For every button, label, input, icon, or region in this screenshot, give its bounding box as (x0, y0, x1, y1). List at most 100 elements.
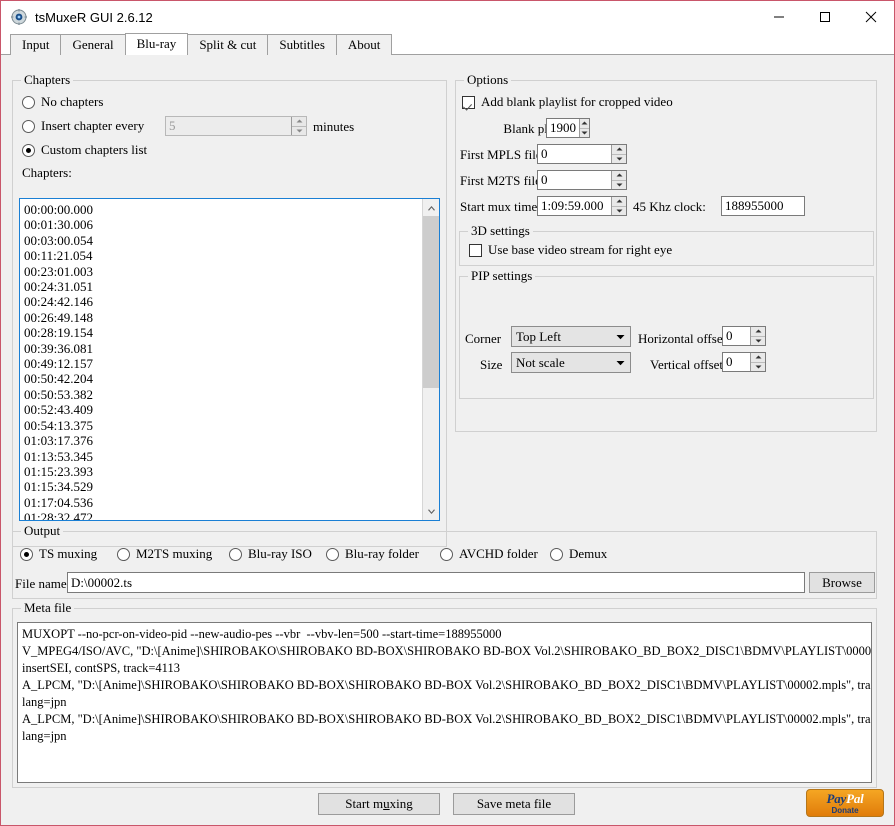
list-item[interactable]: 00:50:42.204 (24, 371, 422, 386)
list-item[interactable]: 00:54:13.375 (24, 418, 422, 433)
chevron-up-icon[interactable] (612, 197, 626, 207)
blank-playlist-arrows[interactable] (579, 119, 589, 137)
radio-bluray-iso-label: Blu-ray ISO (248, 546, 312, 561)
blank-playlist-value: 1900 (550, 120, 576, 135)
list-item[interactable]: 00:39:36.081 (24, 341, 422, 356)
radio-no-chapters-label: No chapters (41, 94, 104, 109)
file-name-input[interactable]: D:\00002.ts (67, 572, 805, 593)
radio-no-chapters[interactable]: No chapters (22, 94, 103, 110)
browse-button[interactable]: Browse (809, 572, 875, 593)
save-meta-file-button[interactable]: Save meta file (453, 793, 575, 815)
list-item[interactable]: 00:26:49.148 (24, 310, 422, 325)
paypal-donate-button[interactable]: PayPal Donate (806, 789, 884, 817)
first-m2ts-arrows[interactable] (611, 171, 626, 189)
list-item[interactable]: 01:13:53.345 (24, 449, 422, 464)
start-muxing-button[interactable]: Start muxing (318, 793, 440, 815)
chevron-up-icon[interactable] (751, 353, 765, 363)
list-item[interactable]: 01:03:17.376 (24, 433, 422, 448)
pip-horizontal-offset-arrows[interactable] (750, 327, 765, 345)
maximize-icon[interactable] (802, 1, 848, 33)
start-mux-time-spinner[interactable]: 1:09:59.000 (537, 196, 627, 216)
list-item[interactable]: 01:28:32.472 (24, 510, 422, 520)
radio-insert-every[interactable]: Insert chapter every (22, 118, 144, 134)
radio-bluray-iso-dot (229, 547, 242, 561)
radio-ts-muxing[interactable]: TS muxing (20, 546, 97, 562)
tab-bluray[interactable]: Blu-ray (124, 33, 189, 55)
title-bar: tsMuxeR GUI 2.6.12 (1, 1, 894, 33)
scroll-up-icon[interactable] (423, 199, 439, 216)
clock-value-field[interactable]: 188955000 (721, 196, 805, 216)
chevron-up-icon[interactable] (751, 327, 765, 337)
chevron-up-icon[interactable] (612, 145, 626, 155)
chapters-list-items[interactable]: 00:00:00.000 00:01:30.006 00:03:00.054 0… (20, 199, 422, 520)
insert-chapter-interval-spinner[interactable]: 5 (165, 116, 307, 136)
start-mux-time-value: 1:09:59.000 (541, 198, 604, 213)
radio-demux[interactable]: Demux (550, 546, 607, 562)
scrollbar-thumb[interactable] (423, 216, 439, 388)
insert-chapter-interval-arrows[interactable] (291, 117, 306, 135)
meta-file-textarea[interactable]: MUXOPT --no-pcr-on-video-pid --new-audio… (17, 622, 872, 783)
pip-settings-group: PIP settings Corner Top Left Size Not sc… (459, 269, 874, 399)
first-m2ts-spinner[interactable]: 0 (537, 170, 627, 190)
list-item[interactable]: 00:24:31.051 (24, 279, 422, 294)
list-item[interactable]: 00:49:12.157 (24, 356, 422, 371)
chevron-up-icon[interactable] (612, 171, 626, 181)
window-controls (756, 1, 894, 33)
list-item[interactable]: 01:17:04.536 (24, 495, 422, 510)
list-item[interactable]: 00:00:00.000 (24, 202, 422, 217)
paypal-wordmark: PayPal (826, 790, 864, 806)
tab-subtitles[interactable]: Subtitles (267, 34, 337, 55)
chevron-down-icon[interactable] (614, 360, 626, 366)
list-item[interactable]: 00:23:01.003 (24, 264, 422, 279)
list-item[interactable]: 00:01:30.006 (24, 217, 422, 232)
output-group: Output TS muxing M2TS muxing Blu-ray ISO… (12, 524, 877, 599)
list-item[interactable]: 00:11:21.054 (24, 248, 422, 263)
pip-vertical-offset-arrows[interactable] (750, 353, 765, 371)
radio-bluray-folder[interactable]: Blu-ray folder (326, 546, 419, 562)
list-item[interactable]: 00:52:43.409 (24, 402, 422, 417)
pip-corner-value: Top Left (516, 328, 561, 344)
first-mpls-spinner[interactable]: 0 (537, 144, 627, 164)
chevron-down-icon[interactable] (612, 207, 626, 216)
chevron-down-icon[interactable] (751, 363, 765, 372)
checkbox-use-base-video-stream[interactable]: Use base video stream for right eye (469, 242, 672, 258)
list-item[interactable]: 01:15:23.393 (24, 464, 422, 479)
list-item[interactable]: 00:28:19.154 (24, 325, 422, 340)
list-item[interactable]: 01:15:34.529 (24, 479, 422, 494)
save-meta-file-label: Save meta file (476, 796, 552, 811)
close-icon[interactable] (848, 1, 894, 33)
checkbox-add-blank-playlist[interactable]: Add blank playlist for cropped video (462, 94, 673, 110)
chapters-scrollbar[interactable] (422, 199, 439, 520)
chevron-down-icon[interactable] (614, 334, 626, 340)
scroll-down-icon[interactable] (423, 503, 439, 520)
pip-size-select[interactable]: Not scale (511, 352, 631, 373)
chevron-down-icon[interactable] (612, 181, 626, 190)
radio-avchd-folder[interactable]: AVCHD folder (440, 546, 538, 562)
radio-bluray-iso[interactable]: Blu-ray ISO (229, 546, 312, 562)
blank-playlist-spinner[interactable]: 1900 (546, 118, 590, 138)
checkbox-add-blank-playlist-box (462, 95, 475, 109)
chevron-down-icon[interactable] (580, 129, 589, 138)
radio-custom-chapters-list[interactable]: Custom chapters list (22, 142, 147, 158)
chevron-down-icon[interactable] (292, 127, 306, 136)
chevron-up-icon[interactable] (292, 117, 306, 127)
chevron-up-icon[interactable] (580, 119, 589, 129)
chevron-down-icon[interactable] (751, 337, 765, 346)
tab-about[interactable]: About (335, 34, 393, 55)
list-item[interactable]: 00:03:00.054 (24, 233, 422, 248)
tab-split-cut[interactable]: Split & cut (187, 34, 269, 55)
radio-m2ts-muxing[interactable]: M2TS muxing (117, 546, 212, 562)
minimize-icon[interactable] (756, 1, 802, 33)
list-item[interactable]: 00:50:53.382 (24, 387, 422, 402)
first-mpls-arrows[interactable] (611, 145, 626, 163)
pip-horizontal-offset-spinner[interactable]: 0 (722, 326, 766, 346)
start-mux-time-arrows[interactable] (611, 197, 626, 215)
tab-general[interactable]: General (60, 34, 126, 55)
tab-input[interactable]: Input (10, 34, 62, 55)
3d-settings-legend: 3D settings (468, 224, 533, 238)
pip-corner-select[interactable]: Top Left (511, 326, 631, 347)
list-item[interactable]: 00:24:42.146 (24, 294, 422, 309)
pip-vertical-offset-spinner[interactable]: 0 (722, 352, 766, 372)
chevron-down-icon[interactable] (612, 155, 626, 164)
chapters-listbox[interactable]: 00:00:00.000 00:01:30.006 00:03:00.054 0… (19, 198, 440, 521)
